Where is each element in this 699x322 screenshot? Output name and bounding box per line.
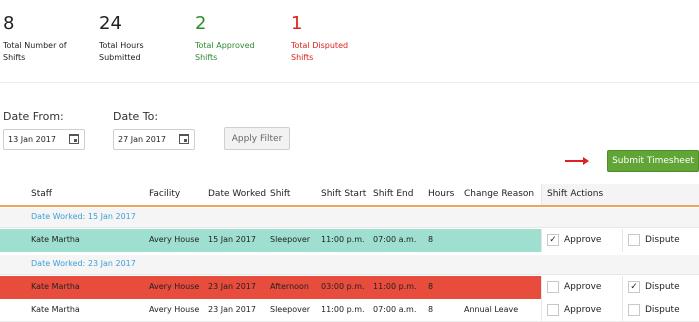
stat-total-hours: 24 Total Hours Submitted [99,14,144,64]
stat-label: Total Disputed Shifts [291,40,348,64]
dispute-checkbox[interactable] [628,304,640,316]
cell-shift-start: 11:00 p.m. [321,235,365,244]
stat-label-line2: Shifts [291,53,314,62]
col-staff: Staff [31,189,52,199]
dispute-checkbox[interactable] [628,234,640,246]
cell-change-reason: Annual Leave [464,305,519,314]
approve-label: Approve [564,305,602,315]
cell-shift-start: 03:00 p.m. [321,282,365,291]
table-row: Kate Martha Avery House 23 Jan 2017 Slee… [0,299,699,322]
date-to-input[interactable]: 27 Jan 2017 [113,129,195,150]
dispute-checkbox[interactable]: ✓ [628,281,640,293]
apply-filter-button[interactable]: Apply Filter [224,127,290,150]
divider [0,82,699,83]
col-change-reason: Change Reason [464,189,535,199]
cell-shift-start: 11:00 p.m. [321,305,365,314]
stat-label-line1: Total Approved [195,41,255,50]
col-shift: Shift [270,189,291,199]
stat-total-shifts: 8 Total Number of Shifts [3,14,67,64]
cell-date-worked: 23 Jan 2017 [208,282,256,291]
col-shift-start: Shift Start [321,189,367,199]
cell-date-worked: 15 Jan 2017 [208,235,256,244]
cell-facility: Avery House [149,305,200,314]
submit-timesheet-button[interactable]: Submit Timesheet [607,150,699,172]
col-shift-end: Shift End [373,189,414,199]
group-header: Date Worked: 23 Jan 2017 [0,255,699,275]
cell-shift: Sleepover [270,235,311,244]
approve-cell: ✓ Approve [541,229,622,252]
date-to-value: 27 Jan 2017 [118,135,166,144]
cell-shift: Sleepover [270,305,311,314]
dispute-label: Dispute [645,282,680,292]
approve-label: Approve [564,282,602,292]
cell-hours: 8 [428,282,434,291]
date-from-label: Date From: [3,110,64,123]
cell-shift-end: 07:00 a.m. [373,235,417,244]
date-to-label: Date To: [113,110,159,123]
dispute-label: Dispute [645,305,680,315]
approve-cell: Approve [541,299,622,321]
cell-staff: Kate Martha [31,235,80,244]
stat-label: Total Hours Submitted [99,40,144,64]
stat-label-line2: Shifts [195,53,218,62]
approve-checkbox[interactable]: ✓ [547,234,559,246]
cell-shift-end: 07:00 a.m. [373,305,417,314]
cell-staff: Kate Martha [31,282,80,291]
group-header: Date Worked: 15 Jan 2017 [0,208,699,228]
stat-label-line2: Shifts [3,53,26,62]
cell-hours: 8 [428,235,434,244]
dispute-cell: Dispute [622,299,699,321]
stat-label-line1: Total Hours [99,41,144,50]
stat-label-line2: Submitted [99,53,141,62]
table-row: Kate Martha Avery House 15 Jan 2017 Slee… [0,229,699,252]
arrow-right-icon [565,157,589,165]
cell-shift-end: 11:00 p.m. [373,282,417,291]
stat-total-approved: 2 Total Approved Shifts [195,14,255,64]
cell-staff: Kate Martha [31,305,80,314]
cell-date-worked: 23 Jan 2017 [208,305,256,314]
col-shift-actions: Shift Actions [547,189,604,199]
stat-total-disputed: 1 Total Disputed Shifts [291,14,348,64]
stat-label-line1: Total Number of [3,41,67,50]
stat-value: 8 [3,13,15,34]
stat-label-line1: Total Disputed [291,41,349,50]
approve-checkbox[interactable] [547,304,559,316]
cell-facility: Avery House [149,235,200,244]
group-label: Date Worked: 15 Jan 2017 [31,212,136,221]
calendar-icon[interactable] [69,134,79,144]
approve-checkbox[interactable] [547,281,559,293]
approve-cell: Approve [541,276,622,299]
col-date-worked: Date Worked [208,189,267,199]
dispute-label: Dispute [645,235,680,245]
stat-label: Total Approved Shifts [195,40,255,64]
group-label: Date Worked: 23 Jan 2017 [31,259,136,268]
stat-value: 1 [291,13,303,34]
col-facility: Facility [149,189,181,199]
dispute-cell: Dispute [622,229,699,252]
stat-value: 24 [99,13,122,34]
cell-shift: Afternoon [270,282,309,291]
stat-value: 2 [195,13,207,34]
stat-label: Total Number of Shifts [3,40,67,64]
col-hours: Hours [428,189,455,199]
cell-hours: 8 [428,305,434,314]
cell-facility: Avery House [149,282,200,291]
date-from-input[interactable]: 13 Jan 2017 [3,129,85,150]
date-from-value: 13 Jan 2017 [8,135,56,144]
dispute-cell: ✓ Dispute [622,276,699,299]
table-header: Staff Facility Date Worked Shift Shift S… [0,184,699,207]
table-row: Kate Martha Avery House 23 Jan 2017 Afte… [0,276,699,299]
approve-label: Approve [564,235,602,245]
calendar-icon[interactable] [179,134,189,144]
